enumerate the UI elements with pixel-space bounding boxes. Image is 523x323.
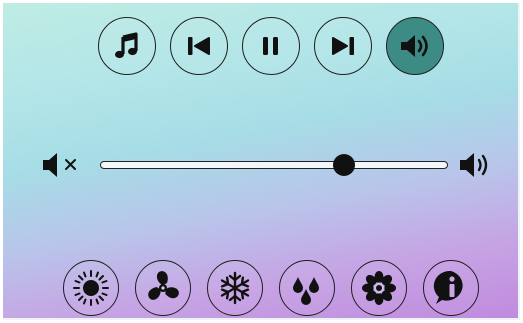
previous-button[interactable] [170,17,228,75]
music-note-icon [115,32,138,59]
speaker-icon [401,35,428,57]
pause-icon [263,37,278,55]
next-button[interactable] [314,17,372,75]
skip-previous-icon [188,37,210,55]
water-drops-icon [293,277,319,305]
pause-button[interactable] [242,17,300,75]
info-icon [433,270,463,304]
mute-icon [43,153,76,177]
brightness-button[interactable] [63,260,119,316]
volume-button[interactable] [386,17,444,75]
flower-button[interactable] [351,260,407,316]
cooling-button[interactable] [207,260,263,316]
flower-icon [362,271,396,305]
fan-icon [148,271,179,300]
volume-slider-thumb[interactable] [332,154,355,176]
volume-slider-track[interactable] [100,161,448,169]
skip-next-icon [332,37,354,55]
control-panel [3,3,520,320]
music-button[interactable] [98,17,156,75]
snowflake-icon [220,271,250,305]
fan-button[interactable] [135,260,191,316]
info-button[interactable] [423,260,479,316]
sun-icon [73,270,109,306]
humidity-button[interactable] [279,260,335,316]
volume-up-icon [460,153,488,177]
